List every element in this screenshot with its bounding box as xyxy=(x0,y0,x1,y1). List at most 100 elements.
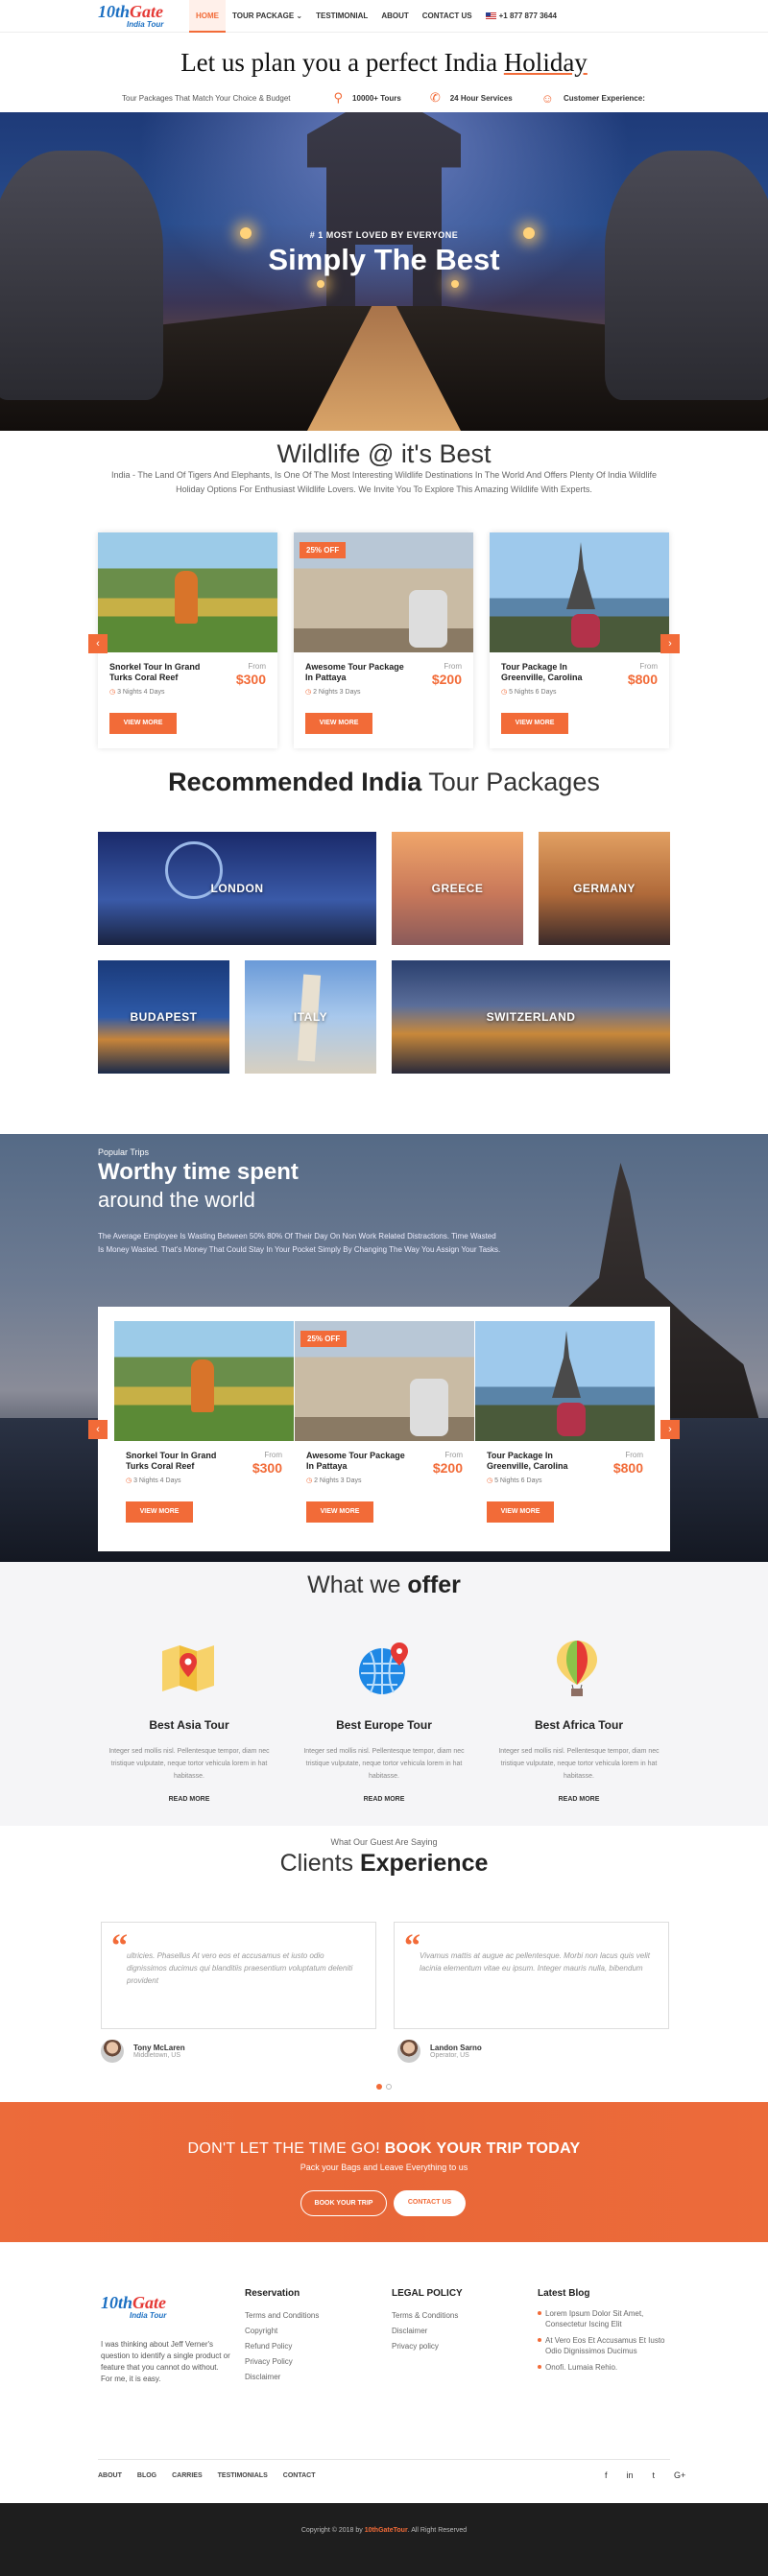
destination-budapest[interactable]: BUDAPEST xyxy=(98,960,229,1074)
nav-tour-package[interactable]: TOUR PACKAGE ⌄ xyxy=(226,0,309,33)
carousel-next-arrow-icon[interactable]: › xyxy=(660,634,680,653)
nav-about[interactable]: ABOUT xyxy=(374,0,415,33)
footer-nav-testimonials[interactable]: TESTIMONIALS xyxy=(218,2472,268,2479)
view-more-button[interactable]: VIEW MORE xyxy=(487,1501,554,1523)
phone-link[interactable]: +1 877 877 3644 xyxy=(479,0,564,33)
logo[interactable]: 10thGate India Tour xyxy=(98,3,163,34)
blog-post-link[interactable]: Onofi. Lumaia Rehio. xyxy=(538,2362,672,2373)
footer-link[interactable]: Disclaimer xyxy=(245,2370,319,2385)
carousel-dot-active[interactable] xyxy=(376,2084,382,2090)
social-links: f in t G+ xyxy=(586,2470,685,2480)
offer-card-africa: Best Africa Tour Integer sed mollis nisl… xyxy=(492,1718,665,1803)
tour-card[interactable]: Tour Package In Greenville, Carolina Fro… xyxy=(490,532,669,748)
tour-from: From xyxy=(248,662,266,671)
phone-icon: ✆ xyxy=(429,90,441,105)
view-more-button[interactable]: VIEW MORE xyxy=(109,713,177,734)
tour-card-image-person xyxy=(557,1403,586,1436)
view-more-button[interactable]: VIEW MORE xyxy=(306,1501,373,1523)
footer-reservation: Reservation Terms and Conditions Copyrig… xyxy=(245,2288,319,2385)
lamp-icon xyxy=(317,280,324,288)
tour-card[interactable]: 25% OFF Awesome Tour Package In Pattaya … xyxy=(294,532,473,748)
quote-icon: “ xyxy=(111,1928,128,1964)
hero-banner: # 1 MOST LOVED BY EVERYONE Simply The Be… xyxy=(0,112,768,431)
tour-card[interactable]: Snorkel Tour In Grand Turks Coral Reef F… xyxy=(114,1321,294,1527)
destination-germany[interactable]: GERMANY xyxy=(539,832,670,945)
view-more-button[interactable]: VIEW MORE xyxy=(126,1501,193,1523)
footer-nav-contact[interactable]: CONTACT xyxy=(283,2472,316,2479)
read-more-link[interactable]: READ MORE xyxy=(492,1796,665,1803)
footer-logo[interactable]: 10thGate India Tour xyxy=(101,2294,166,2325)
user-icon: ☺ xyxy=(540,90,554,106)
destination-label: LONDON xyxy=(210,882,264,895)
offer-title: What we offer xyxy=(0,1572,768,1599)
tour-card-image-statue xyxy=(410,1379,448,1436)
wildlife-title: Wildlife @ it's Best xyxy=(276,439,492,468)
contact-us-button[interactable]: CONTACT US xyxy=(394,2190,466,2216)
tour-card[interactable]: Snorkel Tour In Grand Turks Coral Reef F… xyxy=(98,532,277,748)
tour-name: Awesome Tour Package In Pattaya xyxy=(306,1451,405,1471)
nav-home[interactable]: HOME xyxy=(189,0,226,33)
experience-label: Customer Experience: xyxy=(563,93,645,103)
tour-carousel-1: Snorkel Tour In Grand Turks Coral Reef F… xyxy=(0,532,768,753)
blog-post-link[interactable]: At Vero Eos Et Accusamus Et Iusto Odio D… xyxy=(538,2335,672,2356)
footer-link[interactable]: Terms and Conditions xyxy=(245,2308,319,2324)
destination-switzerland[interactable]: SWITZERLAND xyxy=(392,960,670,1074)
footer-nav-carries[interactable]: CARRIES xyxy=(172,2472,203,2479)
blog-post-link[interactable]: Lorem Ipsum Dolor Sit Amet, Consectetur … xyxy=(538,2308,672,2329)
support-hours: ✆ 24 Hour Services xyxy=(430,90,513,106)
hero-title: Simply The Best xyxy=(268,243,500,276)
footer-link[interactable]: Refund Policy xyxy=(245,2339,319,2354)
tour-card-image-person xyxy=(191,1359,214,1412)
testimonial-author: Landon Sarno Operator, US xyxy=(397,2040,482,2063)
recommended-title-rest: Tour Packages xyxy=(421,768,600,796)
carousel-prev-arrow-icon[interactable]: ‹ xyxy=(88,1420,108,1439)
offer-title-text: What we xyxy=(307,1572,408,1598)
tour-from: From xyxy=(625,1451,643,1459)
testimonial-text: ultricies. Phasellus At vero eos et accu… xyxy=(127,1951,353,1985)
footer-link[interactable]: Privacy policy xyxy=(392,2339,463,2354)
footer-nav: ABOUT BLOG CARRIES TESTIMONIALS CONTACT xyxy=(98,2472,330,2479)
footer-link[interactable]: Privacy Policy xyxy=(245,2354,319,2370)
lamp-icon xyxy=(451,280,459,288)
carousel-prev-arrow-icon[interactable]: ‹ xyxy=(88,634,108,653)
linkedin-icon[interactable]: in xyxy=(627,2470,634,2480)
recommended-title: Recommended India Tour Packages xyxy=(0,768,768,797)
view-more-button[interactable]: VIEW MORE xyxy=(501,713,568,734)
footer-link[interactable]: Copyright xyxy=(245,2324,319,2339)
copyright-brand[interactable]: 10thGateTour xyxy=(365,2527,408,2534)
destination-label: GREECE xyxy=(431,882,484,895)
tour-duration: 5 Nights 6 Days xyxy=(487,1477,541,1484)
discount-badge: 25% OFF xyxy=(300,542,347,558)
footer-nav-about[interactable]: ABOUT xyxy=(98,2472,122,2479)
headline-text: Let us plan you a perfect India xyxy=(180,48,504,77)
destination-london[interactable]: LONDON xyxy=(98,832,376,945)
tour-duration: 3 Nights 4 Days xyxy=(126,1477,180,1484)
carousel-next-arrow-icon[interactable]: › xyxy=(660,1420,680,1439)
destination-italy[interactable]: ITALY xyxy=(245,960,376,1074)
google-plus-icon[interactable]: G+ xyxy=(674,2470,685,2480)
destination-greece[interactable]: GREECE xyxy=(392,832,523,945)
popular-trips-text: The Average Employee Is Wasting Between … xyxy=(98,1232,501,1254)
read-more-link[interactable]: READ MORE xyxy=(103,1796,276,1803)
nav-testimonial[interactable]: TESTIMONIAL xyxy=(309,0,374,33)
cta-banner: DON'T LET THE TIME GO! BOOK YOUR TRIP TO… xyxy=(0,2102,768,2242)
view-more-button[interactable]: VIEW MORE xyxy=(305,713,372,734)
map-icon xyxy=(160,1643,216,1693)
tour-card[interactable]: 25% OFF Awesome Tour Package In Pattaya … xyxy=(295,1321,474,1527)
twitter-icon[interactable]: t xyxy=(653,2470,656,2480)
carousel-dot[interactable] xyxy=(386,2084,392,2090)
footer-link[interactable]: Disclaimer xyxy=(392,2324,463,2339)
tours-count: ⚲ 10000+ Tours xyxy=(334,90,401,106)
footer-legal: LEGAL POLICY Terms & Conditions Disclaim… xyxy=(392,2288,463,2354)
location-pin-icon: ⚲ xyxy=(333,90,344,105)
tour-card[interactable]: Tour Package In Greenville, Carolina Fro… xyxy=(475,1321,655,1527)
footer-link[interactable]: Terms & Conditions xyxy=(392,2308,463,2324)
nav-contact-us[interactable]: CONTACT US xyxy=(416,0,479,33)
read-more-link[interactable]: READ MORE xyxy=(298,1796,470,1803)
tour-name: Snorkel Tour In Grand Turks Coral Reef xyxy=(126,1451,217,1471)
avatar xyxy=(101,2040,124,2063)
testimonial-card: “ ultricies. Phasellus At vero eos et ac… xyxy=(101,1922,376,2029)
footer-nav-blog[interactable]: BLOG xyxy=(137,2472,156,2479)
facebook-icon[interactable]: f xyxy=(605,2470,608,2480)
book-trip-button[interactable]: BOOK YOUR TRIP xyxy=(300,2190,387,2216)
